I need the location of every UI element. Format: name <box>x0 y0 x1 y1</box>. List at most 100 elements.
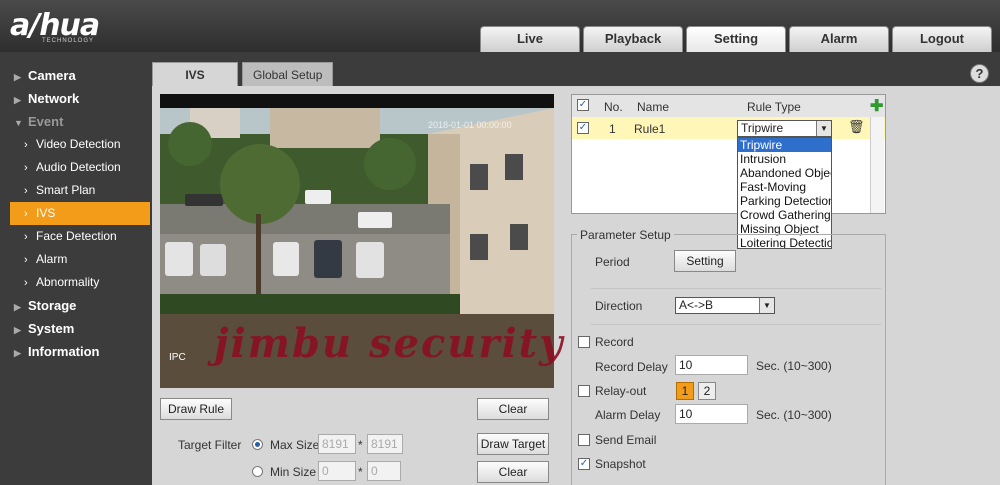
content-tabs: IVS Global Setup <box>152 62 337 86</box>
sidebar-subitem-ivs[interactable]: › IVS <box>10 202 150 225</box>
record-checkbox[interactable] <box>578 336 590 348</box>
max-height-input[interactable]: 8191 <box>367 434 403 454</box>
video-timestamp: 2018-01-01 00:00:00 <box>428 120 512 130</box>
clear-target-button[interactable]: Clear <box>477 461 549 483</box>
chevron-down-icon: ▼ <box>14 118 23 128</box>
option-abandoned-object[interactable]: Abandoned Object <box>738 166 831 180</box>
record-label: Record <box>595 335 634 349</box>
snapshot-label: Snapshot <box>595 457 646 471</box>
target-filter-label: Target Filter <box>178 438 242 452</box>
rule-type-dropdown-list: Tripwire Intrusion Abandoned Object Fast… <box>737 137 832 249</box>
rule-number: 1 <box>609 122 616 136</box>
alarm-delay-input[interactable]: 10 <box>675 404 748 424</box>
sidebar-item-event[interactable]: ▼ Event <box>0 110 152 133</box>
rule-enable-checkbox[interactable]: ✓ <box>577 122 589 134</box>
record-delay-input[interactable]: 10 <box>675 355 748 375</box>
sidebar-subitem-video-detection[interactable]: › Video Detection <box>0 133 152 156</box>
max-width-input[interactable]: 8191 <box>318 434 356 454</box>
option-crowd-gathering[interactable]: Crowd Gathering Estimation <box>738 208 831 222</box>
max-size-radio[interactable] <box>252 439 263 450</box>
min-size-radio[interactable] <box>252 466 263 477</box>
sidebar-subitem-label: Alarm <box>36 252 68 266</box>
draw-rule-button[interactable]: Draw Rule <box>160 398 232 420</box>
tab-global-setup[interactable]: Global Setup <box>242 62 334 86</box>
snapshot-checkbox[interactable]: ✓ <box>578 458 590 470</box>
divider <box>591 324 881 325</box>
help-icon[interactable]: ? <box>970 64 989 83</box>
sidebar-subitem-label: Video Detection <box>36 137 121 151</box>
sidebar-subitem-audio-detection[interactable]: › Audio Detection <box>0 156 152 179</box>
sidebar-item-network[interactable]: ▶ Network <box>0 87 152 110</box>
divider <box>591 288 881 289</box>
chevron-right-icon: ▶ <box>14 348 21 358</box>
relay-1-button[interactable]: 1 <box>676 382 694 400</box>
tab-playback[interactable]: Playback <box>583 26 683 52</box>
chevron-right-icon: ▶ <box>14 302 21 312</box>
add-rule-icon[interactable]: ✚ <box>870 96 883 116</box>
option-fast-moving[interactable]: Fast-Moving <box>738 180 831 194</box>
relay-out-label: Relay-out <box>595 384 647 398</box>
delete-rule-icon[interactable]: 🗑 <box>848 119 865 135</box>
direction-label: Direction <box>595 299 643 313</box>
draw-target-button[interactable]: Draw Target <box>477 433 549 455</box>
rule-name: Rule1 <box>634 122 666 136</box>
period-label: Period <box>595 255 630 269</box>
sidebar-subitem-abnormality[interactable]: › Abnormality <box>0 271 152 294</box>
table-row[interactable]: ✓ 1 Rule1 Tripwire ▼ 🗑 <box>572 117 885 139</box>
chevron-right-icon: › <box>24 254 28 266</box>
rule-type-select[interactable]: Tripwire ▼ <box>737 120 832 137</box>
rule-table-scrollbar[interactable] <box>870 117 884 213</box>
max-size-label: Max Size <box>270 438 320 452</box>
sidebar-subitem-label: IVS <box>36 206 56 220</box>
header-bar: a/hua TECHNOLOGY Live Playback Setting A… <box>0 0 1000 52</box>
min-height-input[interactable]: 0 <box>367 461 401 481</box>
clear-rule-button[interactable]: Clear <box>477 398 549 420</box>
option-parking-detection[interactable]: Parking Detection <box>738 194 831 208</box>
chevron-right-icon: ▶ <box>14 72 21 82</box>
chevron-right-icon: ▶ <box>14 95 21 105</box>
sidebar-subitem-smart-plan[interactable]: › Smart Plan <box>0 179 152 202</box>
chevron-right-icon: ▶ <box>14 325 21 335</box>
alarm-delay-unit: Sec. (10~300) <box>756 408 832 422</box>
sidebar-item-label: Information <box>28 344 100 359</box>
column-rule-type: Rule Type <box>747 100 801 114</box>
column-name: Name <box>637 100 670 114</box>
chevron-right-icon: › <box>24 185 28 197</box>
relay-2-button[interactable]: 2 <box>698 382 716 400</box>
direction-select[interactable]: A<->B ▼ <box>675 297 775 314</box>
period-setting-button[interactable]: Setting <box>674 250 736 272</box>
chevron-down-icon: ▼ <box>759 298 774 313</box>
sidebar-item-system[interactable]: ▶ System <box>0 317 152 340</box>
option-intrusion[interactable]: Intrusion <box>738 152 831 166</box>
tab-setting[interactable]: Setting <box>686 26 786 52</box>
tab-logout[interactable]: Logout <box>892 26 992 52</box>
direction-value: A<->B <box>679 298 714 312</box>
send-email-label: Send Email <box>595 433 657 447</box>
sidebar-item-label: System <box>28 321 75 336</box>
tab-alarm[interactable]: Alarm <box>789 26 889 52</box>
relay-out-checkbox[interactable] <box>578 385 590 397</box>
tab-live[interactable]: Live <box>480 26 580 52</box>
sidebar-item-camera[interactable]: ▶ Camera <box>0 64 152 87</box>
sidebar-subitem-label: Face Detection <box>36 229 117 243</box>
sidebar-subitem-alarm[interactable]: › Alarm <box>0 248 152 271</box>
sidebar-subitem-label: Abnormality <box>36 275 100 289</box>
sidebar-item-information[interactable]: ▶ Information <box>0 340 152 363</box>
option-tripwire[interactable]: Tripwire <box>738 138 831 152</box>
sidebar-subitem-label: Audio Detection <box>36 160 121 174</box>
sidebar-subitem-face-detection[interactable]: › Face Detection <box>0 225 152 248</box>
send-email-checkbox[interactable] <box>578 434 590 446</box>
times-symbol: * <box>358 438 363 452</box>
chevron-right-icon: › <box>24 231 28 243</box>
sidebar-item-storage[interactable]: ▶ Storage <box>0 294 152 317</box>
chevron-right-icon: › <box>24 277 28 289</box>
brand-subtitle: TECHNOLOGY <box>42 38 95 44</box>
alarm-delay-label: Alarm Delay <box>595 408 661 422</box>
top-navigation: Live Playback Setting Alarm Logout <box>480 26 995 52</box>
min-width-input[interactable]: 0 <box>318 461 356 481</box>
record-delay-unit: Sec. (10~300) <box>756 359 832 373</box>
sidebar-item-label: Camera <box>28 68 76 83</box>
sidebar: ▶ Camera ▶ Network ▼ Event › Video Detection… <box>0 52 152 485</box>
select-all-checkbox[interactable]: ✓ <box>577 99 589 111</box>
tab-ivs[interactable]: IVS <box>152 62 238 86</box>
